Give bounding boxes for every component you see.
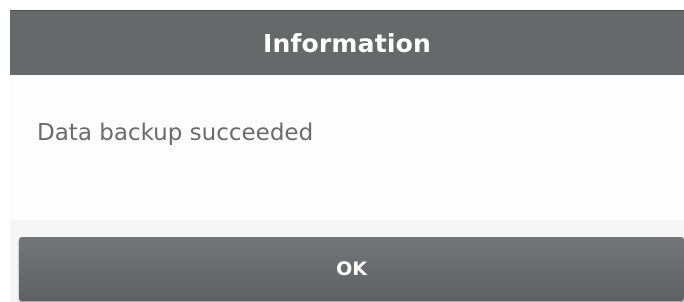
dialog-header: Information xyxy=(10,10,684,75)
ok-button[interactable]: OK xyxy=(19,237,684,301)
ok-button-label: OK xyxy=(336,258,367,280)
information-dialog: Information Data backup succeeded OK xyxy=(10,10,684,302)
dialog-message: Data backup succeeded xyxy=(37,120,314,146)
dialog-body: Data backup succeeded xyxy=(10,75,684,220)
dialog-title: Information xyxy=(262,28,432,58)
dialog-footer: OK xyxy=(10,220,684,302)
